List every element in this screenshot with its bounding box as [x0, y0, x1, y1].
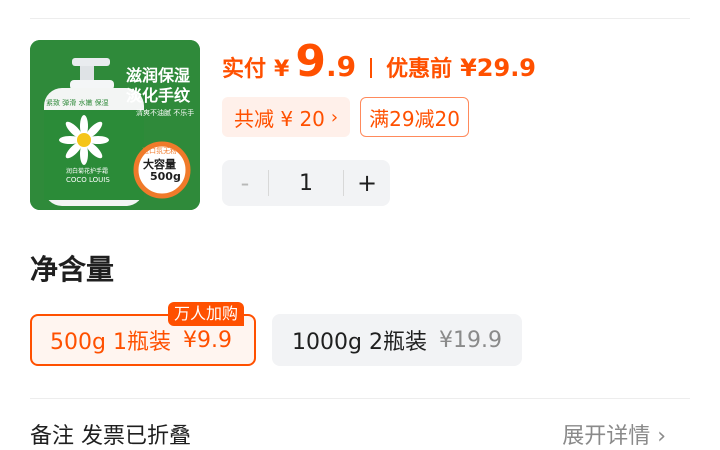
image-features: 紧致 弹滑 水嫩 保湿 — [46, 99, 109, 107]
price-separator — [370, 58, 373, 78]
decrease-quantity-button[interactable]: - — [222, 169, 268, 197]
actual-price-label: 实付 — [222, 57, 267, 82]
top-divider — [30, 18, 690, 19]
original-price: ¥29.9 — [460, 54, 537, 82]
chevron-right-icon: › — [330, 106, 339, 128]
quantity-stepper: - 1 + — [222, 160, 390, 206]
currency-symbol: ¥ — [274, 57, 290, 82]
notes-row[interactable]: 备注 发票已折叠 展开详情 › — [30, 418, 690, 450]
spec-section-title: 净含量 — [30, 253, 115, 286]
spec-option-price: ¥19.9 — [438, 327, 502, 353]
expand-details-link[interactable]: 展开详情 › — [562, 418, 666, 450]
bottle-brand: COCO LOUIS — [66, 176, 110, 184]
bottle-name: 润白菊花护手霜 — [66, 168, 109, 175]
coupon-text: 满29减20 — [369, 106, 460, 131]
coupon-chip[interactable]: 满29减20 — [360, 97, 469, 137]
discount-chips: 共减 ¥ 20 › 满29减20 — [222, 97, 469, 137]
spec-option-label: 1000g 2瓶装 — [292, 330, 427, 355]
actual-price-decimal: .9 — [325, 50, 357, 83]
original-price-label: 优惠前 — [386, 57, 453, 82]
product-thumbnail[interactable]: 滋润保湿 淡化手纹 紧致 弹滑 水嫩 保湿 清爽不油腻 不乐手 润白菊花护手霜 … — [30, 40, 200, 210]
spec-option-1000g[interactable]: 1000g 2瓶装 ¥19.9 — [272, 314, 522, 366]
bottom-divider — [30, 398, 690, 399]
image-sub: 清爽不油腻 不乐手 — [136, 109, 195, 117]
price-row: 实付 ¥ 9 .9 优惠前 ¥29.9 — [222, 40, 536, 96]
badge-size: 500g — [150, 170, 181, 183]
total-discount-text: 共减 ¥ 20 — [234, 106, 325, 131]
increase-quantity-button[interactable]: + — [344, 169, 390, 197]
spec-option-label: 500g 1瓶装 — [50, 330, 171, 355]
total-discount-chip[interactable]: 共减 ¥ 20 › — [222, 97, 351, 137]
notes-label: 备注 发票已折叠 — [30, 424, 191, 449]
quantity-value[interactable]: 1 — [269, 171, 343, 196]
spec-option-price: ¥9.9 — [182, 327, 232, 353]
actual-price-integer: 9 — [295, 36, 326, 87]
badge-top: 进口氛无粉 — [142, 147, 177, 155]
popular-tag: 万人加购 — [168, 302, 245, 326]
image-headline-2: 淡化手纹 — [126, 86, 191, 105]
